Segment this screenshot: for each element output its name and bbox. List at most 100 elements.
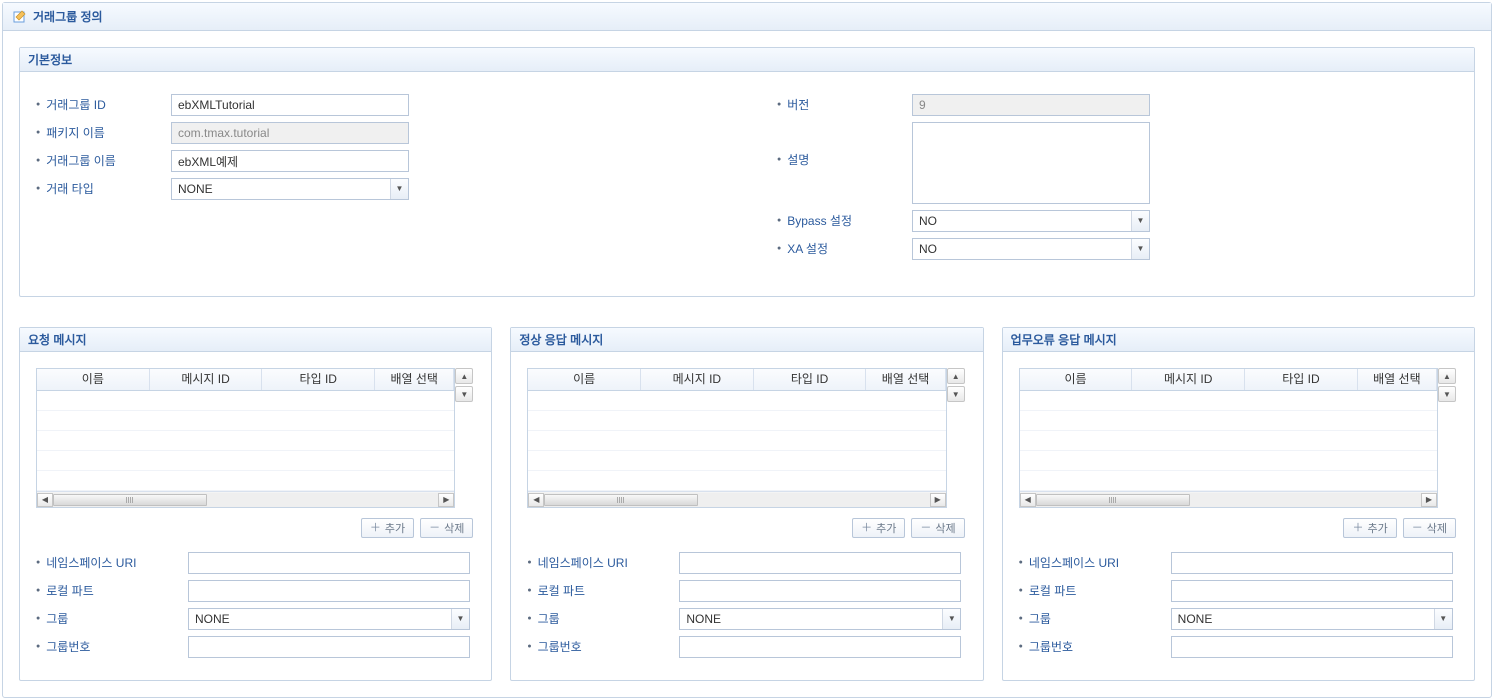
bullet-icon: ● (777, 95, 781, 115)
row-group-no: ●그룹번호 (36, 636, 475, 658)
response-ok-table: ▲ ▼ 이름 메시지 ID 타입 ID 배열 선택 (527, 368, 946, 508)
table-row (1020, 391, 1437, 411)
bullet-icon: ● (36, 179, 40, 199)
input-group-id[interactable] (171, 94, 409, 116)
row-group: ●그룹 NONE▼ (36, 608, 475, 630)
label-group: ●그룹 (527, 609, 679, 629)
label-group-no: ●그룹번호 (1019, 637, 1171, 657)
row-local-part: ●로컬 파트 (1019, 580, 1458, 602)
input-ns-uri[interactable] (1171, 552, 1453, 574)
bullet-icon: ● (527, 581, 531, 601)
input-local-part[interactable] (679, 580, 961, 602)
response-err-table-v-controls: ▲ ▼ (1438, 368, 1456, 404)
th-array-sel: 배열 선택 (866, 369, 945, 390)
label-ns-uri: ●네임스페이스 URI (1019, 553, 1171, 573)
row-ns-uri: ●네임스페이스 URI (1019, 552, 1458, 574)
basic-info-body: ●거래그룹 ID ●패키지 이름 ●거래그룹 이름 ●거래 타입 NONE▼ (20, 72, 1474, 296)
label-xa: ●XA 설정 (777, 239, 912, 259)
select-trade-type[interactable]: NONE▼ (171, 178, 409, 200)
move-up-button[interactable]: ▲ (947, 368, 965, 384)
add-button[interactable]: ＋추가 (361, 518, 414, 538)
input-ns-uri[interactable] (188, 552, 470, 574)
scroll-thumb[interactable] (53, 494, 207, 506)
response-ok-panel: 정상 응답 메시지 ▲ ▼ 이름 메시지 ID (510, 327, 983, 681)
chevron-down-icon: ▼ (1131, 211, 1149, 231)
scroll-right-button[interactable]: ▶ (930, 493, 946, 507)
table-row (528, 471, 945, 491)
move-up-button[interactable]: ▲ (1438, 368, 1456, 384)
row-group: ●그룹 NONE▼ (527, 608, 966, 630)
th-array-sel: 배열 선택 (375, 369, 454, 390)
response-err-hscroll: ◀ ▶ (1020, 491, 1437, 507)
table-row (37, 471, 454, 491)
move-down-button[interactable]: ▼ (1438, 386, 1456, 402)
request-hscroll: ◀ ▶ (37, 491, 454, 507)
request-msg-panel: 요청 메시지 ▲ ▼ 이름 메시지 ID (19, 327, 492, 681)
table-row (37, 391, 454, 411)
select-group[interactable]: NONE▼ (1171, 608, 1453, 630)
add-button[interactable]: ＋추가 (852, 518, 905, 538)
response-ok-msg-form: ●네임스페이스 URI ●로컬 파트 ●그룹 NONE▼ (527, 552, 966, 658)
response-err-header: 업무오류 응답 메시지 (1003, 328, 1474, 352)
input-local-part[interactable] (1171, 580, 1453, 602)
input-group-no[interactable] (1171, 636, 1453, 658)
table-row (528, 451, 945, 471)
select-xa[interactable]: NO▼ (912, 238, 1150, 260)
delete-button[interactable]: －삭제 (911, 518, 964, 538)
input-description[interactable] (912, 122, 1150, 204)
request-msg-body: ▲ ▼ 이름 메시지 ID 타입 ID 배열 선택 (20, 352, 491, 680)
scroll-right-button[interactable]: ▶ (1421, 493, 1437, 507)
edit-icon (11, 9, 27, 25)
row-group-id: ●거래그룹 ID (36, 94, 717, 116)
move-down-button[interactable]: ▼ (455, 386, 473, 402)
label-trade-type: ●거래 타입 (36, 179, 171, 199)
input-group-name[interactable] (171, 150, 409, 172)
row-ns-uri: ●네임스페이스 URI (527, 552, 966, 574)
response-ok-table-body[interactable] (528, 391, 945, 491)
scroll-track[interactable] (1036, 493, 1421, 507)
bullet-icon: ● (527, 609, 531, 629)
th-array-sel: 배열 선택 (1358, 369, 1437, 390)
page-container: 거래그룹 정의 기본정보 ●거래그룹 ID ●패키지 이름 ●거래그룹 이름 (2, 2, 1492, 698)
scroll-track[interactable] (544, 493, 929, 507)
scroll-left-button[interactable]: ◀ (528, 493, 544, 507)
chevron-down-icon: ▼ (942, 609, 960, 629)
delete-button[interactable]: －삭제 (420, 518, 473, 538)
th-type-id: 타입 ID (262, 369, 375, 390)
row-ns-uri: ●네임스페이스 URI (36, 552, 475, 574)
bullet-icon: ● (36, 637, 40, 657)
request-msg-form: ●네임스페이스 URI ●로컬 파트 ●그룹 NONE▼ (36, 552, 475, 658)
add-button[interactable]: ＋추가 (1343, 518, 1396, 538)
message-panels-row: 요청 메시지 ▲ ▼ 이름 메시지 ID (19, 327, 1475, 681)
move-down-button[interactable]: ▼ (947, 386, 965, 402)
delete-button[interactable]: －삭제 (1403, 518, 1456, 538)
input-group-no[interactable] (188, 636, 470, 658)
select-group[interactable]: NONE▼ (188, 608, 470, 630)
request-button-row: ＋추가 －삭제 (36, 518, 475, 538)
th-type-id: 타입 ID (754, 369, 867, 390)
response-err-table-head: 이름 메시지 ID 타입 ID 배열 선택 (1020, 369, 1437, 391)
page-title-bar: 거래그룹 정의 (3, 3, 1491, 31)
select-group[interactable]: NONE▼ (679, 608, 961, 630)
input-group-no[interactable] (679, 636, 961, 658)
bullet-icon: ● (36, 123, 40, 143)
scroll-right-button[interactable]: ▶ (438, 493, 454, 507)
response-err-table-body[interactable] (1020, 391, 1437, 491)
table-row (37, 451, 454, 471)
scroll-left-button[interactable]: ◀ (37, 493, 53, 507)
scroll-track[interactable] (53, 493, 438, 507)
request-table-body[interactable] (37, 391, 454, 491)
input-ns-uri[interactable] (679, 552, 961, 574)
scroll-left-button[interactable]: ◀ (1020, 493, 1036, 507)
scroll-thumb[interactable] (1036, 494, 1190, 506)
label-package-name: ●패키지 이름 (36, 123, 171, 143)
scroll-thumb[interactable] (544, 494, 698, 506)
basic-info-left-col: ●거래그룹 ID ●패키지 이름 ●거래그룹 이름 ●거래 타입 NONE▼ (36, 88, 717, 266)
input-local-part[interactable] (188, 580, 470, 602)
table-row (1020, 431, 1437, 451)
th-name: 이름 (37, 369, 150, 390)
select-bypass[interactable]: NO▼ (912, 210, 1150, 232)
input-package-name (171, 122, 409, 144)
move-up-button[interactable]: ▲ (455, 368, 473, 384)
request-table-container: ▲ ▼ 이름 메시지 ID 타입 ID 배열 선택 (36, 368, 455, 508)
